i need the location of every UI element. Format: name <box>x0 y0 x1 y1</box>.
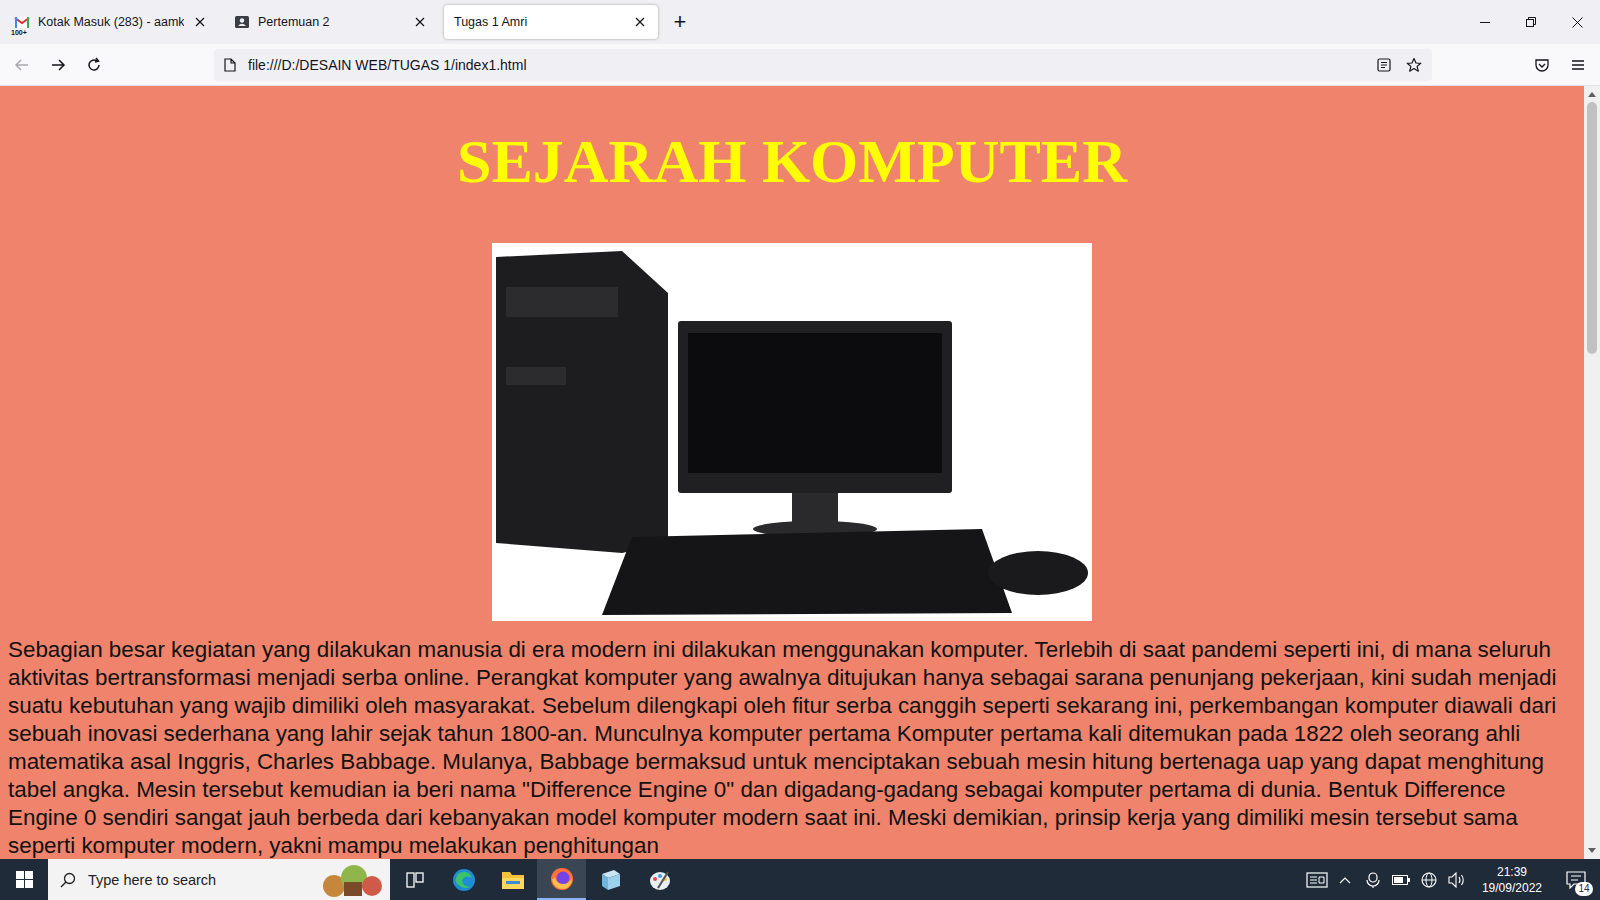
reload-icon[interactable] <box>78 49 110 81</box>
tab-label: Tugas 1 Amri <box>454 15 624 29</box>
close-window-icon[interactable] <box>1554 0 1600 44</box>
close-icon[interactable] <box>412 14 428 30</box>
classroom-icon <box>234 14 250 30</box>
content-area: SEJARAH KOMPUTER Sebagian besar kegiatan … <box>0 86 1600 859</box>
show-hidden-icon[interactable] <box>1334 869 1356 891</box>
clock[interactable]: 21:3919/09/2022 <box>1474 864 1550 896</box>
explorer-icon[interactable] <box>488 859 537 900</box>
meet-icon[interactable] <box>1362 869 1384 891</box>
desktop: 100+ Kotak Masuk (283) - aamkartika Pertem… <box>0 0 1600 900</box>
url-text: file:///D:/DESAIN WEB/TUGAS 1/index1.htm… <box>248 57 1364 73</box>
app-icon[interactable] <box>586 859 635 900</box>
computer-photo <box>492 243 1092 621</box>
search-box[interactable]: Type here to search <box>48 859 390 900</box>
web-page: SEJARAH KOMPUTER Sebagian besar kegiatan … <box>0 86 1584 859</box>
page-title: SEJARAH KOMPUTER <box>8 126 1576 197</box>
minimize-icon[interactable] <box>1462 0 1508 44</box>
clock-time: 21:39 <box>1497 864 1527 880</box>
nav-bar: file:///D:/DESAIN WEB/TUGAS 1/index1.htm… <box>0 44 1600 86</box>
pocket-icon[interactable] <box>1526 49 1558 81</box>
gmail-icon: 100+ <box>14 14 30 30</box>
back-icon[interactable] <box>6 49 38 81</box>
scrollbar[interactable] <box>1584 86 1600 859</box>
search-placeholder: Type here to search <box>88 872 302 888</box>
paint-icon[interactable] <box>635 859 684 900</box>
tab-label: Kotak Masuk (283) - aamkartika <box>38 15 184 29</box>
browser-tab[interactable]: 100+ Kotak Masuk (283) - aamkartika <box>4 5 218 39</box>
windows-start-icon[interactable] <box>0 859 48 900</box>
news-icon[interactable] <box>1306 869 1328 891</box>
scroll-track[interactable] <box>1584 102 1600 843</box>
network-globe-icon[interactable] <box>1418 869 1440 891</box>
task-view-icon[interactable] <box>390 859 439 900</box>
edge-icon[interactable] <box>439 859 488 900</box>
menu-icon[interactable] <box>1562 49 1594 81</box>
firefox-icon[interactable] <box>537 859 586 900</box>
scroll-down-icon[interactable] <box>1584 843 1600 859</box>
forward-icon[interactable] <box>42 49 74 81</box>
taskbar: Type here to search 21:3919/09/2022 14 <box>0 859 1600 900</box>
tab-bar: 100+ Kotak Masuk (283) - aamkartika Pertem… <box>0 0 1600 44</box>
volume-icon[interactable] <box>1446 869 1468 891</box>
system-tray: 21:3919/09/2022 14 <box>1306 859 1600 900</box>
browser-tab[interactable]: Pertemuan 2 <box>224 5 438 39</box>
browser-tab[interactable]: Tugas 1 Amri <box>444 5 658 39</box>
article-paragraph: Sebagian besar kegiatan yang dilakukan m… <box>8 636 1576 859</box>
battery-icon[interactable] <box>1390 869 1412 891</box>
unread-badge: 100+ <box>11 29 27 36</box>
restore-icon[interactable] <box>1508 0 1554 44</box>
page-icon <box>222 57 238 73</box>
bookmark-star-icon[interactable] <box>1404 55 1424 75</box>
magnifier-icon <box>60 872 76 888</box>
url-field[interactable]: file:///D:/DESAIN WEB/TUGAS 1/index1.htm… <box>214 49 1432 81</box>
scroll-up-icon[interactable] <box>1584 86 1600 102</box>
reader-view-icon[interactable] <box>1374 55 1394 75</box>
close-icon[interactable] <box>632 14 648 30</box>
notification-count: 14 <box>1575 882 1593 896</box>
notification-center[interactable]: 14 <box>1556 859 1596 900</box>
search-highlight-icon <box>314 860 390 900</box>
new-tab-button[interactable]: + <box>664 6 696 38</box>
close-icon[interactable] <box>192 14 208 30</box>
clock-date: 19/09/2022 <box>1482 880 1542 896</box>
tab-label: Pertemuan 2 <box>258 15 404 29</box>
scroll-thumb[interactable] <box>1587 102 1597 354</box>
